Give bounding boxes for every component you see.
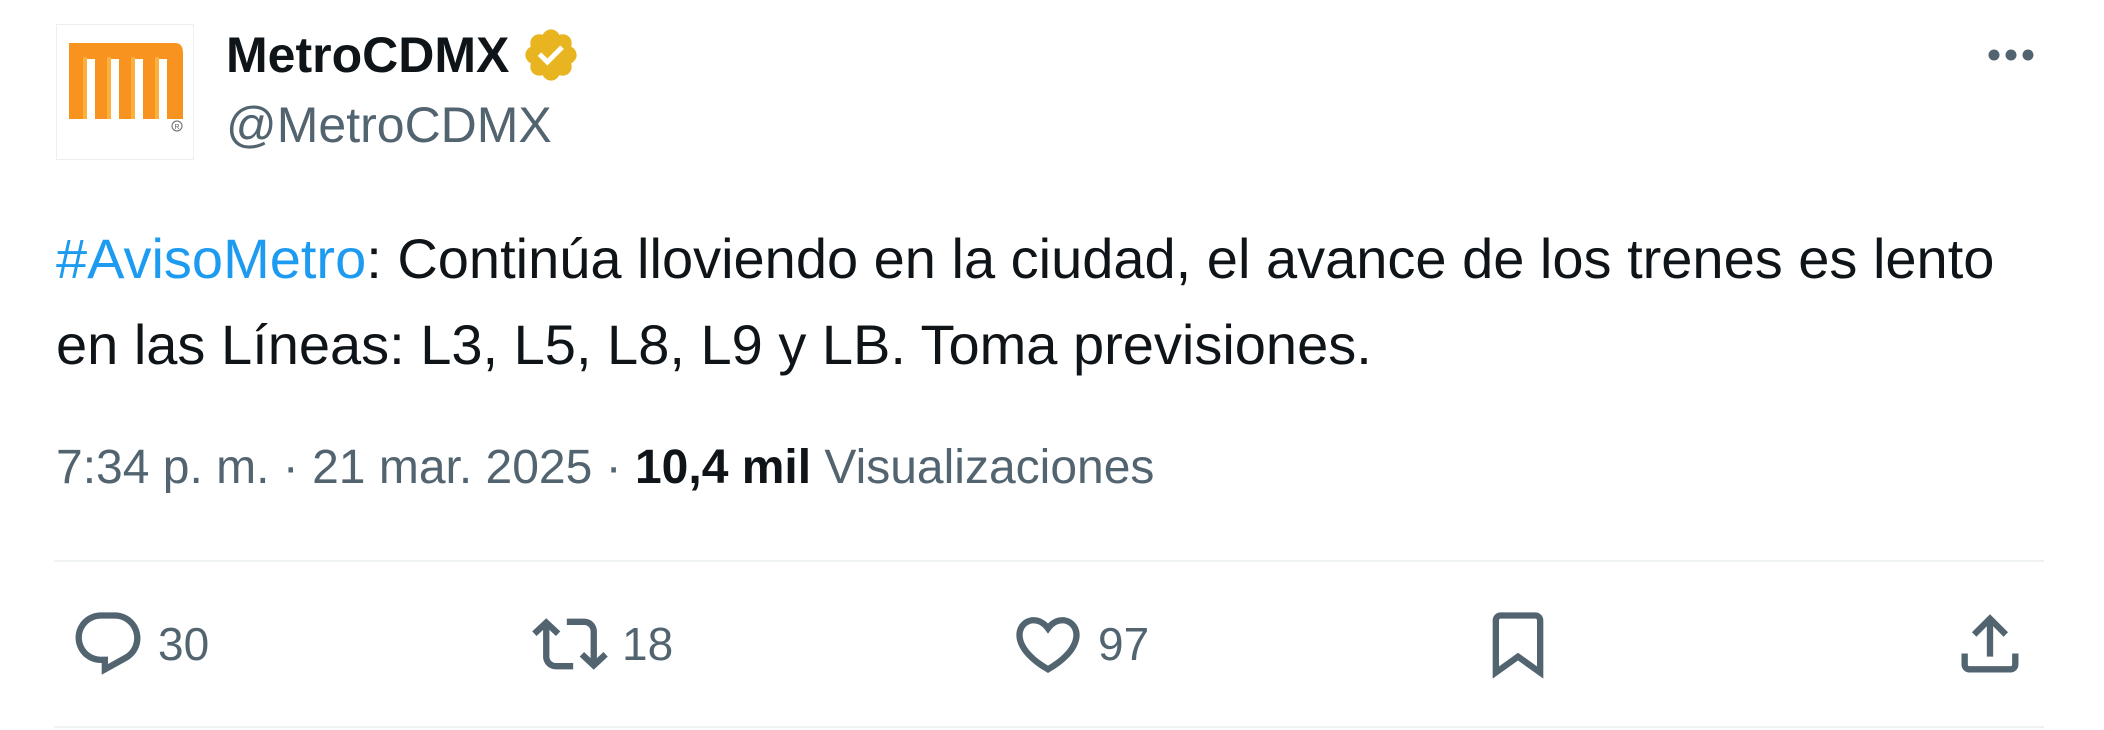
author-name-row: MetroCDMX [226,26,581,84]
user-handle[interactable]: @MetroCDMX [226,96,552,154]
verified-badge-icon[interactable] [521,25,581,85]
tweet-time[interactable]: 7:34 p. m. [56,441,269,494]
hashtag-link[interactable]: #AvisoMetro [56,227,366,290]
reply-count: 30 [158,618,210,670]
meta-separator: · [592,441,635,494]
tweet-meta: 7:34 p. m. · 21 mar. 2025 · 10,4 mil Vis… [56,438,1154,498]
retweet-icon [532,618,608,670]
divider [54,560,2044,562]
more-options-button[interactable] [1978,30,2044,80]
more-dots-icon [1988,49,2034,61]
views-label: Visualizaciones [824,441,1155,494]
bookmark-icon [1492,612,1544,679]
retweet-button[interactable]: 18 [530,604,673,684]
retweet-count: 18 [622,618,674,670]
share-icon [1961,614,2019,673]
meta-separator: · [269,441,313,494]
tweet-card: R MetroCDMX @MetroCDMX #AvisoMetro: Cont… [0,0,2104,730]
like-button[interactable]: 97 [1010,604,1149,684]
like-count: 97 [1098,618,1150,670]
metro-cdmx-logo-icon: R [69,43,183,132]
reply-button[interactable]: 30 [70,604,209,684]
bookmark-button[interactable] [1480,604,1556,684]
avatar[interactable]: R [56,24,194,160]
divider [54,726,2044,728]
share-button[interactable] [1952,604,2028,684]
tweet-date[interactable]: 21 mar. 2025 [312,441,592,494]
display-name[interactable]: MetroCDMX [226,26,509,84]
svg-text:R: R [174,124,179,131]
tweet-text: #AvisoMetro: Continúa lloviendo en la ci… [56,216,2056,388]
reply-icon [75,612,141,675]
views-count: 10,4 mil [634,441,812,494]
heart-icon [1016,617,1080,674]
